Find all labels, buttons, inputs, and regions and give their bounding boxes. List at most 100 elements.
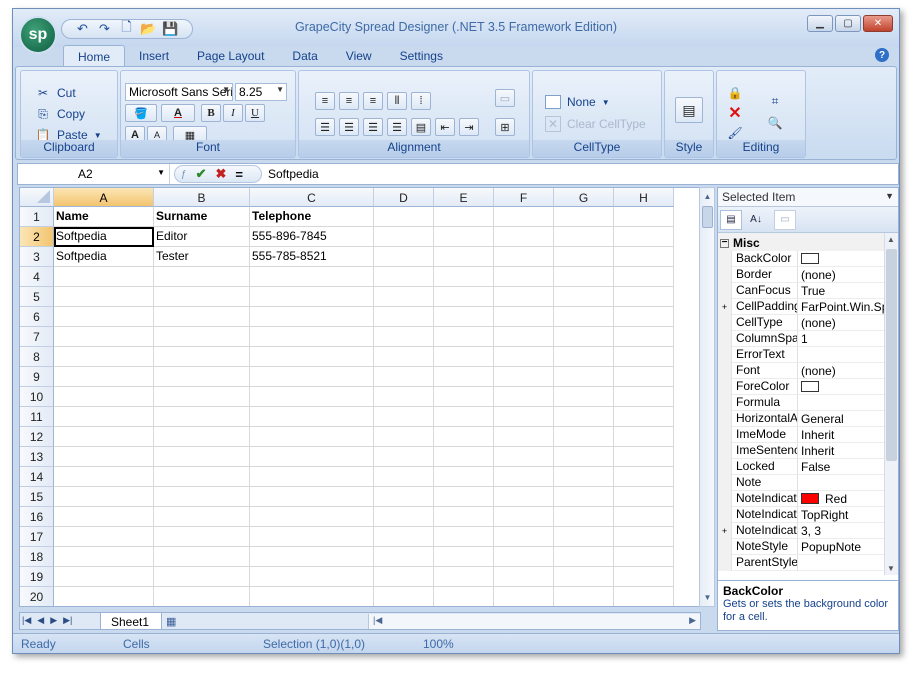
grid-cell[interactable]	[614, 447, 674, 467]
property-scrollbar[interactable]: ▲ ▼	[884, 233, 898, 575]
property-row[interactable]: BackColor	[718, 251, 884, 267]
grid-cell[interactable]	[614, 587, 674, 606]
grid-cell[interactable]	[614, 507, 674, 527]
align-bottom-icon[interactable]: ≡	[363, 92, 383, 110]
grid-cell[interactable]	[434, 547, 494, 567]
grid-cell[interactable]	[554, 287, 614, 307]
sheet-tab[interactable]: Sheet1	[100, 613, 162, 630]
grid-cell[interactable]: Softpedia	[54, 227, 154, 247]
lock-icon[interactable]: 🔒	[727, 85, 743, 101]
grid-cell[interactable]: Softpedia	[54, 247, 154, 267]
grid-cell[interactable]	[250, 547, 374, 567]
prev-sheet-icon[interactable]: ◀	[37, 615, 44, 626]
close-button[interactable]: ✕	[863, 15, 893, 32]
row-header[interactable]: 14	[20, 467, 54, 487]
grid-cell[interactable]	[54, 287, 154, 307]
grid-cell[interactable]	[54, 447, 154, 467]
grid-cell[interactable]	[434, 267, 494, 287]
grid-cell[interactable]	[154, 487, 250, 507]
scroll-left-icon[interactable]: |◀	[373, 615, 382, 626]
grid-cell[interactable]	[54, 547, 154, 567]
row-header[interactable]: 4	[20, 267, 54, 287]
grid-cell[interactable]	[434, 447, 494, 467]
copy-button[interactable]: ⎘ Copy	[35, 106, 85, 122]
grid-cell[interactable]	[154, 367, 250, 387]
tab-page-layout[interactable]: Page Layout	[183, 45, 278, 67]
property-row[interactable]: Note	[718, 475, 884, 491]
row-header[interactable]: 5	[20, 287, 54, 307]
grid-cell[interactable]	[250, 527, 374, 547]
grid-cell[interactable]	[554, 367, 614, 387]
grid-cell[interactable]	[374, 287, 434, 307]
grid-cell[interactable]	[154, 407, 250, 427]
property-row[interactable]: CellType (none)	[718, 315, 884, 331]
grid-cell[interactable]	[554, 527, 614, 547]
grid-cell[interactable]	[434, 367, 494, 387]
grid-cell[interactable]	[494, 427, 554, 447]
grid-cell[interactable]	[250, 467, 374, 487]
row-header[interactable]: 13	[20, 447, 54, 467]
row-header[interactable]: 15	[20, 487, 54, 507]
property-value[interactable]: False	[798, 459, 884, 475]
grid-cell[interactable]	[154, 387, 250, 407]
grid-cell[interactable]	[554, 587, 614, 606]
property-value[interactable]	[798, 251, 884, 267]
expand-icon[interactable]: +	[718, 299, 732, 315]
grid-cell[interactable]	[554, 427, 614, 447]
grid-cell[interactable]	[554, 387, 614, 407]
celltype-none-button[interactable]: None ▼	[545, 95, 610, 109]
grid-cell[interactable]: Tester	[154, 247, 250, 267]
row-header[interactable]: 18	[20, 547, 54, 567]
row-header[interactable]: 8	[20, 347, 54, 367]
new-sheet-icon[interactable]: ▦	[166, 615, 176, 628]
property-value[interactable]: Inherit	[798, 443, 884, 459]
scroll-thumb[interactable]	[702, 206, 713, 228]
property-value[interactable]: Inherit	[798, 427, 884, 443]
grid-cell[interactable]	[54, 387, 154, 407]
grid-cell[interactable]	[614, 427, 674, 447]
grid-cell[interactable]	[250, 387, 374, 407]
grid-cell[interactable]: 555-785-8521	[250, 247, 374, 267]
grid-cell[interactable]	[554, 407, 614, 427]
grid-cell[interactable]	[554, 447, 614, 467]
row-header[interactable]: 9	[20, 367, 54, 387]
grid-cell[interactable]	[614, 207, 674, 227]
grid-cell[interactable]	[154, 567, 250, 587]
alphabetical-icon[interactable]: A↓	[745, 210, 767, 230]
grid-cell[interactable]	[554, 567, 614, 587]
scroll-up-icon[interactable]: ▲	[887, 235, 895, 244]
property-value[interactable]: (none)	[798, 363, 884, 379]
grid-cell[interactable]	[434, 327, 494, 347]
grid-cell[interactable]	[554, 327, 614, 347]
grid-cell[interactable]	[374, 267, 434, 287]
grid-cell[interactable]: Name	[54, 207, 154, 227]
column-header[interactable]: A	[54, 188, 154, 207]
grid-cell[interactable]	[554, 487, 614, 507]
grid-cell[interactable]	[614, 487, 674, 507]
property-value[interactable]: General	[798, 411, 884, 427]
grid-cell[interactable]	[494, 547, 554, 567]
align-right-icon[interactable]: ☰	[363, 118, 383, 136]
delete-icon[interactable]: ✕	[727, 105, 743, 122]
grid-cell[interactable]	[434, 207, 494, 227]
fill-color-button[interactable]: 🪣	[125, 104, 157, 122]
property-value[interactable]: PopupNote	[798, 539, 884, 555]
property-row[interactable]: + NoteIndicato 3, 3	[718, 523, 884, 539]
cut-button[interactable]: ✂ Cut	[35, 85, 76, 101]
decrease-indent-icon[interactable]: ⇤	[435, 118, 455, 136]
grid-cell[interactable]	[434, 567, 494, 587]
grid-cell[interactable]	[154, 467, 250, 487]
expand-icon[interactable]: +	[718, 523, 732, 539]
grid-cell[interactable]: 555-896-7845	[250, 227, 374, 247]
grid-cell[interactable]	[374, 467, 434, 487]
grid-cell[interactable]	[434, 247, 494, 267]
grid-cell[interactable]	[434, 427, 494, 447]
grid-cell[interactable]	[154, 327, 250, 347]
grid-cell[interactable]	[54, 267, 154, 287]
vertical-justify-icon[interactable]: ⦀	[387, 92, 407, 110]
grid-cell[interactable]	[434, 507, 494, 527]
select-all-corner[interactable]	[20, 188, 54, 207]
grid-cell[interactable]	[434, 387, 494, 407]
grid-cell[interactable]	[554, 467, 614, 487]
category-misc[interactable]: − Misc	[718, 233, 884, 251]
